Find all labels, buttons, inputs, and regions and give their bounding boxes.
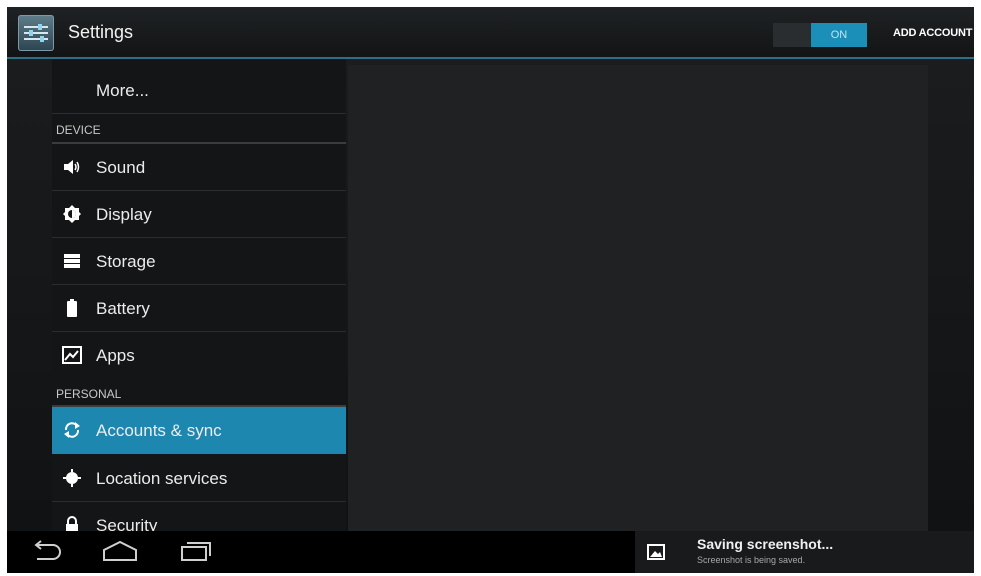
settings-item-label: Sound [96, 158, 146, 177]
page-title: Settings [68, 22, 134, 42]
section-header-device: DEVICE [56, 123, 101, 137]
settings-item-storage[interactable]: Storage [52, 238, 346, 285]
notification-title: Saving screenshot... [697, 536, 834, 552]
speaker-icon [62, 157, 82, 177]
settings-item-sound[interactable]: Sound [52, 144, 346, 191]
settings-content: More... DEVICE Sound Display Storage Bat… [7, 59, 974, 531]
back-icon[interactable] [29, 539, 63, 568]
settings-item-label: Location services [96, 469, 228, 488]
add-account-button[interactable]: ADD ACCOUNT [893, 27, 972, 39]
toggle-on-label: ON [811, 23, 867, 47]
home-icon[interactable] [101, 539, 139, 568]
storage-icon [62, 251, 82, 271]
recent-apps-icon[interactable] [179, 539, 213, 568]
settings-item-label: Storage [96, 252, 156, 271]
settings-list[interactable]: More... DEVICE Sound Display Storage Bat… [52, 59, 346, 531]
detail-pane [348, 65, 928, 531]
settings-item-label: Apps [96, 346, 135, 365]
settings-item-label: Security [96, 516, 158, 531]
screenshot-notification[interactable]: Saving screenshot... Screenshot is being… [635, 531, 974, 573]
battery-icon [62, 298, 82, 318]
sync-icon [62, 420, 82, 440]
settings-item-accounts-sync[interactable]: Accounts & sync [52, 407, 346, 454]
tablet-screen: Settings ON ADD ACCOUNT More... DEVICE S… [7, 7, 974, 573]
brightness-icon [62, 204, 82, 224]
settings-item-label: Battery [96, 299, 150, 318]
settings-item-label: Display [96, 205, 152, 224]
apps-icon [62, 345, 82, 365]
location-icon [62, 468, 82, 488]
settings-item-label: More... [96, 81, 149, 100]
settings-item-display[interactable]: Display [52, 191, 346, 238]
settings-item-label: Accounts & sync [96, 421, 222, 440]
settings-item-more[interactable]: More... [52, 67, 346, 114]
accounts-sync-toggle[interactable]: ON [773, 23, 867, 47]
settings-item-location[interactable]: Location services [52, 455, 346, 502]
lock-icon [62, 515, 82, 531]
settings-sliders-icon[interactable] [18, 15, 54, 51]
section-header-personal: PERSONAL [56, 387, 122, 401]
picture-icon [647, 544, 665, 565]
notification-subtitle: Screenshot is being saved. [697, 555, 806, 565]
settings-item-apps[interactable]: Apps [52, 332, 346, 378]
settings-item-battery[interactable]: Battery [52, 285, 346, 332]
settings-item-security[interactable]: Security [52, 502, 346, 531]
action-bar: Settings ON ADD ACCOUNT [7, 7, 974, 59]
